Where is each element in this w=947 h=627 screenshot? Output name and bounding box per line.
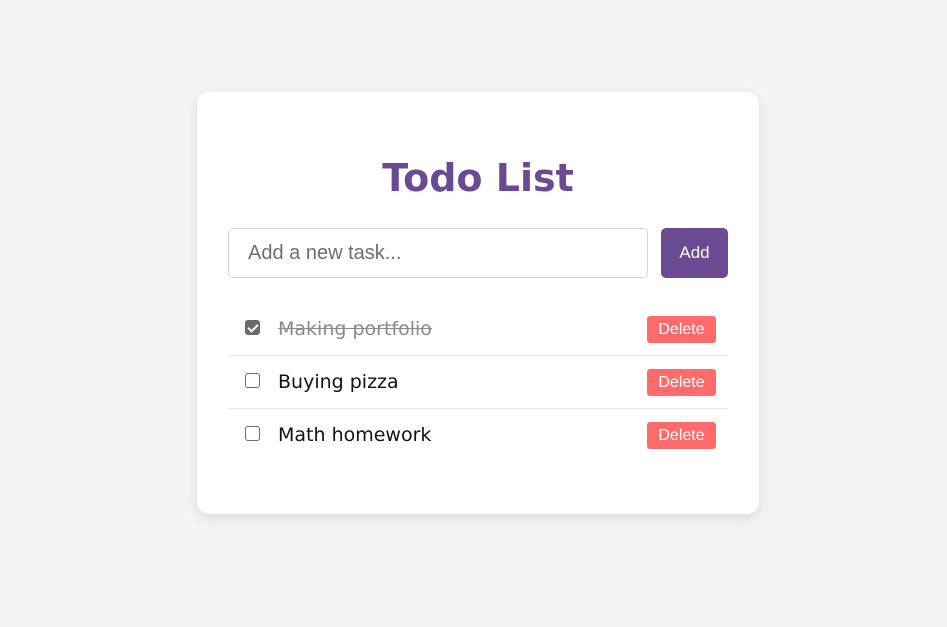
delete-button[interactable]: Delete: [647, 369, 716, 396]
task-list: Making portfolio Delete Buying pizza Del…: [228, 303, 728, 462]
task-item: Buying pizza Delete: [228, 356, 728, 409]
task-checkbox[interactable]: [245, 320, 260, 335]
add-button[interactable]: Add: [661, 228, 728, 278]
task-text: Buying pizza: [278, 371, 399, 393]
task-checkbox[interactable]: [245, 426, 260, 441]
page-title: Todo List: [382, 156, 574, 200]
task-input[interactable]: [228, 228, 648, 278]
todo-card: Todo List Add Making portfolio Delete Bu…: [197, 92, 759, 514]
task-item: Making portfolio Delete: [228, 303, 728, 356]
add-task-row: Add: [228, 228, 728, 278]
delete-button[interactable]: Delete: [647, 316, 716, 343]
delete-button[interactable]: Delete: [647, 422, 716, 449]
task-text: Making portfolio: [278, 318, 432, 340]
task-checkbox[interactable]: [245, 373, 260, 388]
task-text: Math homework: [278, 424, 432, 446]
task-item: Math homework Delete: [228, 409, 728, 462]
